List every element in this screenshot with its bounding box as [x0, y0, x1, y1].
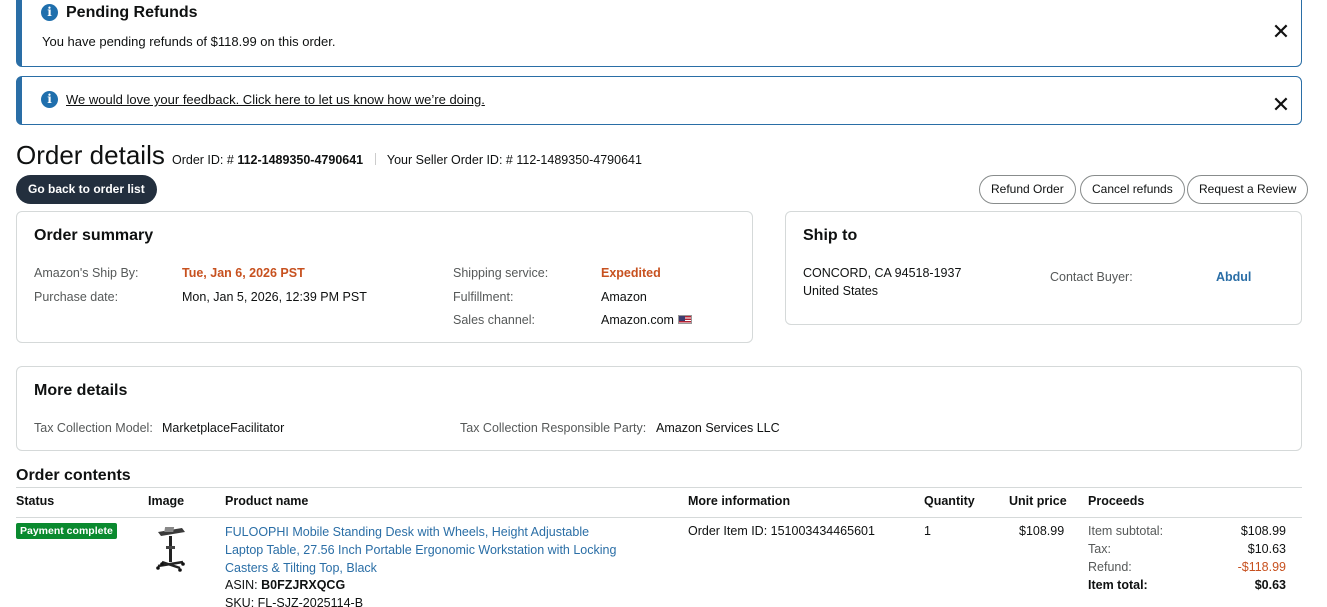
alert-text: You have pending refunds of $118.99 on t… — [42, 34, 336, 49]
asin-value: B0FZJRXQCG — [261, 578, 346, 592]
refund-value: -$118.99 — [1237, 560, 1286, 574]
status-badge: Payment complete — [16, 523, 117, 539]
column-header-image: Image — [148, 494, 185, 508]
page-title: Order details — [16, 140, 165, 170]
product-name-link[interactable]: FULOOPHI Mobile Standing Desk with Wheel… — [225, 523, 625, 577]
item-total-value: $0.63 — [1254, 578, 1286, 592]
feedback-alert: i We would love your feedback. Click her… — [16, 76, 1302, 125]
pending-refunds-alert: i Pending Refunds You have pending refun… — [16, 0, 1302, 67]
order-id-label: Order ID: # — [172, 153, 234, 167]
asin: ASIN: B0FZJRXQCG — [225, 578, 345, 592]
alert-title: Pending Refunds — [66, 4, 198, 21]
sales-channel-text: Amazon.com — [601, 313, 674, 327]
sales-channel-value: Amazon.com — [601, 313, 692, 327]
order-contents-title: Order contents — [16, 467, 131, 484]
cancel-refunds-button[interactable]: Cancel refunds — [1080, 175, 1185, 204]
tax-model-label: Tax Collection Model: — [34, 421, 153, 435]
column-header-more-information: More information — [688, 494, 791, 508]
tax-value: $10.63 — [1247, 542, 1286, 556]
request-review-button[interactable]: Request a Review — [1187, 175, 1309, 204]
item-subtotal-label: Item subtotal: — [1088, 524, 1164, 538]
tax-party-label: Tax Collection Responsible Party: — [460, 421, 647, 435]
fulfillment-value: Amazon — [601, 290, 647, 304]
order-id: 112-1489350-4790641 — [237, 153, 364, 167]
card-title: More details — [34, 382, 128, 399]
sku: SKU: FL-SJZ-2025114-B — [225, 596, 363, 607]
contact-buyer-link[interactable]: Abdul — [1216, 270, 1251, 284]
order-id-line: Order ID: # 112-1489350-4790641 Your Sel… — [172, 153, 642, 167]
divider — [374, 153, 376, 165]
sales-channel-label: Sales channel: — [453, 313, 536, 327]
ship-to-card: Ship to CONCORD, CA 94518-1937 United St… — [785, 211, 1302, 325]
ship-by-label: Amazon's Ship By: — [34, 266, 139, 280]
close-icon[interactable]: ✕ — [1271, 95, 1291, 117]
order-summary-card: Order summary Amazon's Ship By: Tue, Jan… — [16, 211, 753, 343]
product-thumbnail[interactable] — [152, 522, 190, 574]
tax-model-value: MarketplaceFacilitator — [162, 421, 285, 435]
table-divider — [16, 517, 1302, 518]
sku-value: FL-SJZ-2025114-B — [257, 596, 364, 607]
refund-order-button[interactable]: Refund Order — [979, 175, 1076, 204]
shipping-service-value: Expedited — [601, 266, 661, 280]
table-divider — [16, 487, 1302, 488]
tax-party-value: Amazon Services LLC — [656, 421, 780, 435]
more-details-card: More details Tax Collection Model: Marke… — [16, 366, 1302, 451]
info-icon: i — [41, 4, 58, 21]
column-header-quantity: Quantity — [924, 494, 975, 508]
address-line2: United States — [803, 284, 879, 298]
standing-desk-icon — [156, 527, 185, 572]
sku-label: SKU: — [225, 596, 255, 607]
fulfillment-label: Fulfillment: — [453, 290, 514, 304]
item-subtotal-value: $108.99 — [1240, 524, 1286, 538]
close-icon[interactable]: ✕ — [1271, 22, 1291, 44]
purchase-date-value: Mon, Jan 5, 2026, 12:39 PM PST — [182, 290, 367, 304]
address-line1: CONCORD, CA 94518-1937 — [803, 266, 962, 280]
tax-label: Tax: — [1088, 542, 1111, 556]
purchase-date-label: Purchase date: — [34, 290, 119, 304]
column-header-product-name: Product name — [225, 494, 309, 508]
column-header-unit-price: Unit price — [1009, 494, 1067, 508]
shipping-service-label: Shipping service: — [453, 266, 549, 280]
card-title: Ship to — [803, 227, 858, 244]
refund-label: Refund: — [1088, 560, 1132, 574]
feedback-link[interactable]: We would love your feedback. Click here … — [66, 92, 485, 107]
seller-order-id: 112-1489350-4790641 — [516, 153, 642, 167]
item-total-label: Item total: — [1088, 578, 1148, 592]
back-to-order-list-button[interactable]: Go back to order list — [16, 175, 157, 204]
info-icon: i — [41, 91, 58, 108]
unit-price: $108.99 — [1019, 524, 1065, 538]
more-information: Order Item ID: 151003434465601 — [688, 524, 875, 538]
contact-buyer-label: Contact Buyer: — [1050, 270, 1133, 284]
us-flag-icon — [677, 315, 692, 324]
card-title: Order summary — [34, 227, 154, 244]
ship-by-value: Tue, Jan 6, 2026 PST — [182, 266, 305, 280]
column-header-proceeds: Proceeds — [1088, 494, 1145, 508]
quantity: 1 — [924, 524, 931, 538]
seller-order-id-label: Your Seller Order ID: # — [386, 153, 513, 167]
column-header-status: Status — [16, 494, 55, 508]
asin-label: ASIN: — [225, 578, 258, 592]
